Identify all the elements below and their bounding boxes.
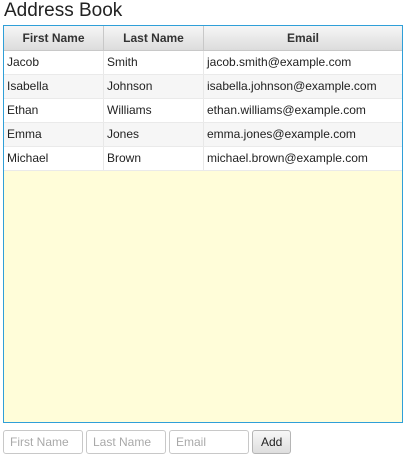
table-row[interactable]: Michael Brown michael.brown@example.com [4, 147, 402, 171]
email-input[interactable] [169, 430, 249, 454]
first-name-input[interactable] [3, 430, 83, 454]
table-row[interactable]: Emma Jones emma.jones@example.com [4, 123, 402, 147]
cell-first-name: Ethan [4, 99, 104, 122]
table-row[interactable]: Jacob Smith jacob.smith@example.com [4, 51, 402, 75]
add-contact-form: Add [3, 430, 292, 454]
cell-last-name: Williams [104, 99, 204, 122]
cell-email: michael.brown@example.com [207, 151, 368, 165]
cell-last-name: Brown [104, 147, 204, 170]
column-header-email[interactable]: Email [204, 26, 402, 50]
address-table[interactable]: First Name Last Name Email Jacob Smith j… [3, 25, 403, 423]
cell-last-name: Jones [104, 123, 204, 146]
column-header-first-name[interactable]: First Name [4, 26, 104, 50]
page-title: Address Book [4, 0, 123, 21]
cell-email: ethan.williams@example.com [207, 103, 366, 117]
table-header: First Name Last Name Email [4, 26, 402, 51]
last-name-input[interactable] [86, 430, 166, 454]
cell-email: isabella.johnson@example.com [207, 79, 377, 93]
cell-last-name: Smith [104, 51, 204, 74]
column-header-last-name[interactable]: Last Name [104, 26, 204, 50]
cell-first-name: Michael [4, 147, 104, 170]
cell-last-name: Johnson [104, 75, 204, 98]
add-button[interactable]: Add [252, 430, 292, 454]
cell-first-name: Jacob [4, 51, 104, 74]
cell-first-name: Isabella [4, 75, 104, 98]
cell-email: emma.jones@example.com [207, 127, 356, 141]
table-row[interactable]: Ethan Williams ethan.williams@example.co… [4, 99, 402, 123]
table-row[interactable]: Isabella Johnson isabella.johnson@exampl… [4, 75, 402, 99]
cell-first-name: Emma [4, 123, 104, 146]
cell-email: jacob.smith@example.com [207, 55, 352, 69]
